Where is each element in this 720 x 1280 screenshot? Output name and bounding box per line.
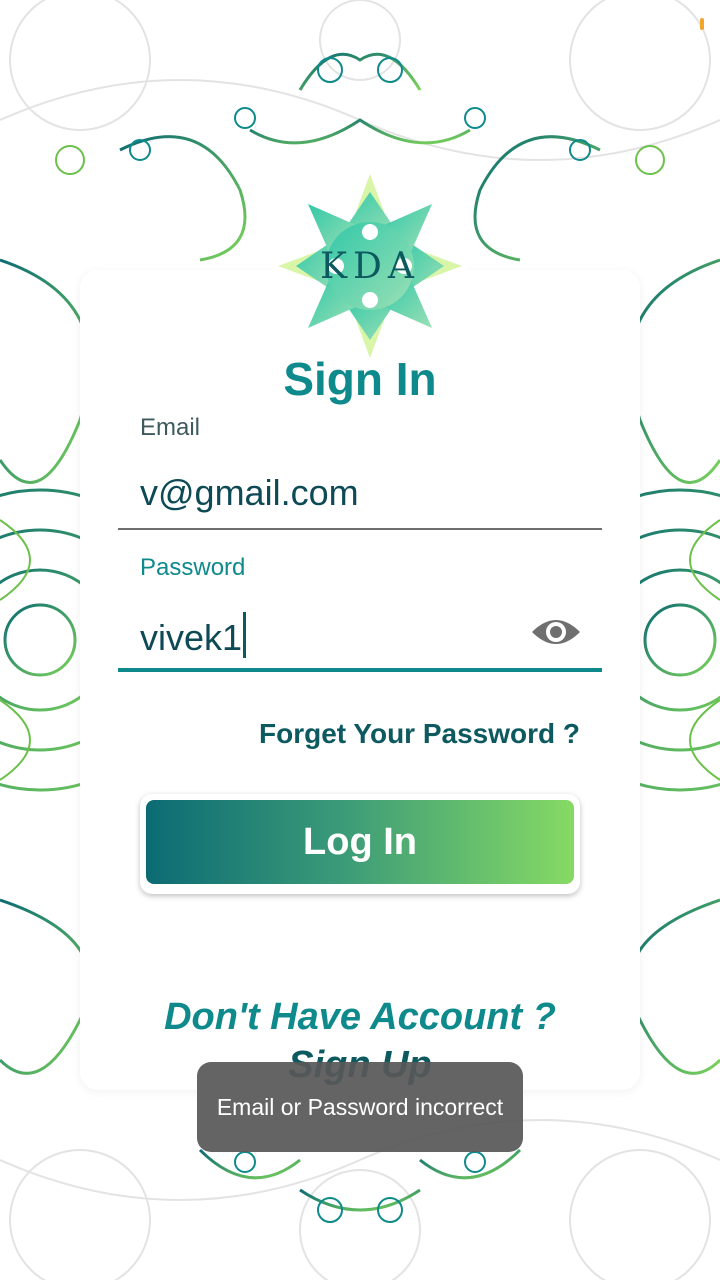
- page-title: Sign In: [283, 353, 437, 405]
- error-toast: Email or Password incorrect: [197, 1062, 523, 1152]
- logo-text: KDA: [320, 246, 420, 287]
- forgot-password-link[interactable]: Forget Your Password ?: [259, 718, 580, 750]
- login-button-label: Log In: [146, 800, 574, 884]
- text-caret: [243, 612, 247, 658]
- password-field-underline: [118, 668, 602, 672]
- battery-indicator: [700, 18, 704, 30]
- email-field[interactable]: v@gmail.com: [140, 472, 359, 514]
- eye-icon[interactable]: [530, 610, 582, 654]
- password-label: Password: [140, 554, 246, 581]
- kda-logo: KDA: [272, 168, 468, 364]
- password-value: vivek1: [140, 617, 243, 658]
- login-button[interactable]: Log In: [140, 794, 580, 894]
- no-account-text: Don't Have Account ?: [164, 996, 556, 1038]
- email-field-underline: [118, 528, 602, 530]
- email-label: Email: [140, 414, 201, 441]
- password-field[interactable]: vivek1: [140, 612, 247, 659]
- status-bar: [0, 0, 720, 48]
